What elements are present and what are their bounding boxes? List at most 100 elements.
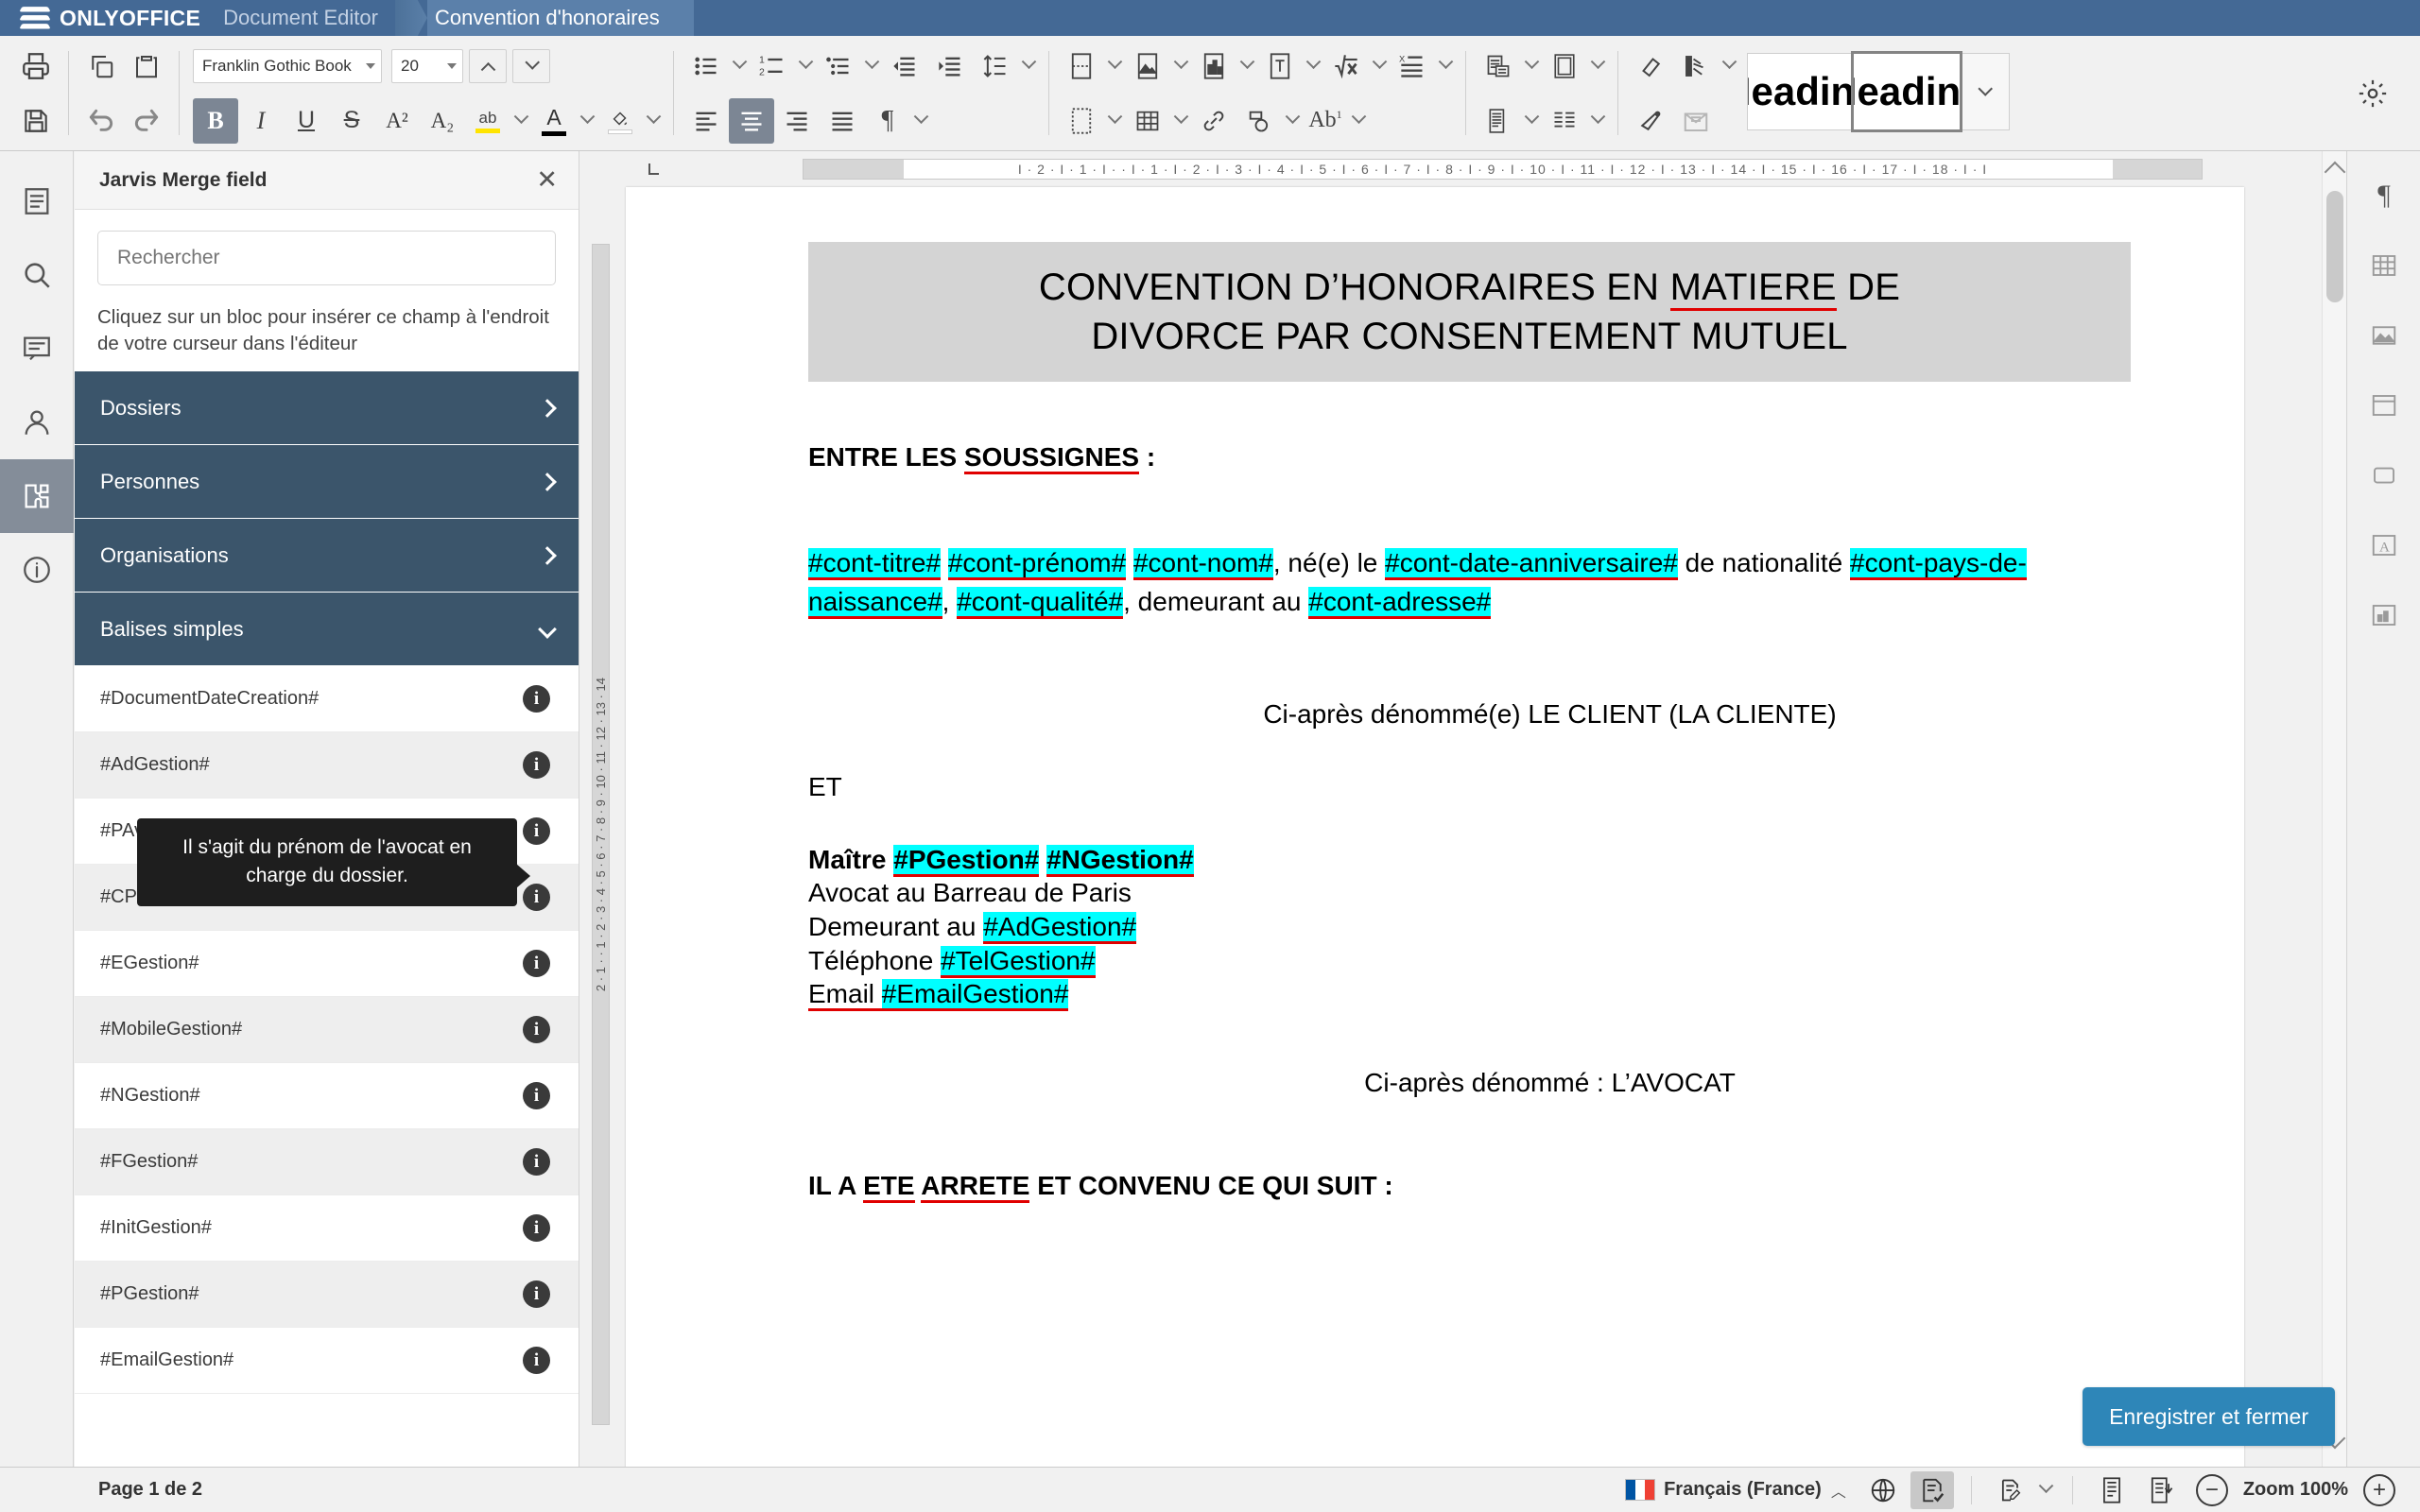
info-icon[interactable]: i	[523, 1082, 550, 1110]
insert-image-button[interactable]	[1125, 43, 1170, 89]
advanced-settings-button[interactable]	[2350, 71, 2395, 116]
insert-page-break-button[interactable]	[1059, 43, 1104, 89]
align-justify-button[interactable]	[820, 98, 865, 144]
info-icon[interactable]: i	[523, 751, 550, 780]
fit-to-page-button[interactable]	[2090, 1471, 2134, 1509]
rrail-item-paragraph-settings[interactable]: ¶	[2347, 161, 2420, 231]
style-gallery[interactable]: Heading Heading	[1747, 51, 1962, 132]
page-margins-dropdown[interactable]	[1587, 43, 1608, 89]
list-item[interactable]: #EGestion# i	[75, 931, 579, 998]
rrail-item-chart-settings[interactable]	[2347, 580, 2420, 650]
search-input[interactable]	[97, 231, 556, 285]
bold-button[interactable]: B	[193, 97, 238, 144]
tab-stop-selector[interactable]	[637, 158, 671, 180]
insert-footnote-dropdown[interactable]	[1348, 98, 1369, 144]
italic-button[interactable]: I	[238, 98, 284, 144]
document-vertical-scrollbar[interactable]	[2322, 151, 2346, 1467]
insert-textbox-button[interactable]	[1257, 43, 1303, 89]
rrail-item-shape-settings[interactable]	[2347, 440, 2420, 510]
list-item[interactable]: #PGestion# i	[75, 1262, 579, 1329]
superscript-button[interactable]: A²	[374, 98, 420, 144]
rail-item-search[interactable]	[0, 238, 74, 312]
underline-button[interactable]: U	[284, 98, 329, 144]
copy-button[interactable]	[78, 43, 124, 89]
numbered-list-button[interactable]: 12	[750, 43, 795, 89]
insert-equation-button[interactable]	[1323, 43, 1369, 89]
header-footer-button[interactable]	[1476, 43, 1521, 89]
decrease-font-size-button[interactable]	[512, 48, 550, 83]
scrollbar-thumb[interactable]	[2326, 191, 2343, 302]
align-right-button[interactable]	[774, 98, 820, 144]
list-item[interactable]: #MobileGestion# i	[75, 997, 579, 1064]
paragraph-fill-button[interactable]	[597, 98, 643, 144]
increase-indent-button[interactable]	[927, 43, 973, 89]
insert-comment-dropdown[interactable]	[1282, 98, 1303, 144]
info-icon[interactable]: i	[523, 1280, 550, 1309]
insert-table-dropdown[interactable]	[1170, 98, 1191, 144]
info-icon[interactable]: i	[523, 950, 550, 978]
insert-textbox-dropdown[interactable]	[1303, 43, 1323, 89]
insert-equation-dropdown[interactable]	[1369, 43, 1390, 89]
save-document-button[interactable]	[13, 98, 59, 144]
color-scheme-button[interactable]	[1673, 43, 1719, 89]
font-size-select[interactable]: 20	[391, 48, 463, 83]
insert-chart-dropdown[interactable]	[1236, 43, 1257, 89]
fit-to-width-button[interactable]	[2139, 1471, 2183, 1509]
bullet-list-dropdown[interactable]	[729, 43, 750, 89]
insert-shape-dropdown[interactable]	[1104, 98, 1125, 144]
numbered-list-dropdown[interactable]	[795, 43, 816, 89]
font-color-button[interactable]: A	[531, 98, 577, 144]
spell-checking-button[interactable]	[1910, 1470, 1954, 1509]
line-spacing-button[interactable]	[973, 43, 1018, 89]
rail-item-plugins[interactable]	[0, 459, 74, 533]
decrease-indent-button[interactable]	[882, 43, 927, 89]
rail-item-about[interactable]	[0, 533, 74, 607]
insert-image-dropdown[interactable]	[1170, 43, 1191, 89]
document-page[interactable]: CONVENTION D’HONORAIRES EN MATIERE DE DI…	[626, 187, 2244, 1476]
list-item[interactable]: #AdGestion# i	[75, 732, 579, 799]
show-formatting-marks-button[interactable]: ¶	[865, 98, 910, 144]
rrail-item-text-art-settings[interactable]: A	[2347, 510, 2420, 580]
rrail-item-table-settings[interactable]	[2347, 231, 2420, 301]
rail-item-file[interactable]	[0, 164, 74, 238]
multilevel-list-dropdown[interactable]	[861, 43, 882, 89]
rail-item-comments[interactable]	[0, 312, 74, 386]
document-tab[interactable]: Convention d'honoraires	[426, 0, 694, 36]
multilevel-list-button[interactable]	[816, 43, 861, 89]
undo-button[interactable]	[78, 98, 124, 144]
font-color-dropdown[interactable]	[577, 98, 597, 144]
increase-font-size-button[interactable]	[469, 48, 507, 83]
close-icon[interactable]: ✕	[536, 167, 558, 193]
track-changes-dropdown[interactable]	[2038, 1473, 2055, 1507]
paragraph-fill-dropdown[interactable]	[643, 98, 664, 144]
formatting-marks-dropdown[interactable]	[910, 98, 931, 144]
print-button[interactable]	[13, 43, 59, 89]
save-and-close-button[interactable]: Enregistrer et fermer	[2083, 1387, 2335, 1446]
highlight-color-dropdown[interactable]	[510, 98, 531, 144]
insert-comment-button[interactable]	[1236, 98, 1282, 144]
rrail-item-image-settings[interactable]	[2347, 301, 2420, 370]
list-item[interactable]: #InitGestion# i	[75, 1195, 579, 1263]
bullet-list-button[interactable]	[683, 43, 729, 89]
page-margins-button[interactable]	[1542, 43, 1587, 89]
subscript-button[interactable]: A₂	[420, 98, 465, 144]
format-painter-button[interactable]	[1628, 98, 1673, 144]
header-footer-dropdown[interactable]	[1521, 43, 1542, 89]
group-personnes[interactable]: Personnes	[75, 445, 579, 520]
columns-button[interactable]	[1542, 98, 1587, 144]
strikethrough-button[interactable]: S	[329, 98, 374, 144]
zoom-out-button[interactable]: −	[2195, 1473, 2228, 1506]
scroll-up-icon[interactable]	[2324, 161, 2346, 183]
info-icon[interactable]: i	[523, 1214, 550, 1243]
columns-dropdown[interactable]	[1587, 98, 1608, 144]
highlight-color-button[interactable]: ab	[465, 98, 510, 144]
info-icon[interactable]: i	[523, 1347, 550, 1375]
group-balises-simples[interactable]: Balises simples	[75, 593, 579, 667]
rail-item-collaborators[interactable]	[0, 386, 74, 459]
paste-button[interactable]	[124, 43, 169, 89]
style-item-heading-1[interactable]: Heading	[1748, 54, 1854, 129]
insert-hyperlink-button[interactable]	[1191, 98, 1236, 144]
info-icon[interactable]: i	[523, 1148, 550, 1177]
list-item[interactable]: #DocumentDateCreation# i	[75, 666, 579, 733]
drop-cap-dropdown[interactable]	[1435, 43, 1456, 89]
